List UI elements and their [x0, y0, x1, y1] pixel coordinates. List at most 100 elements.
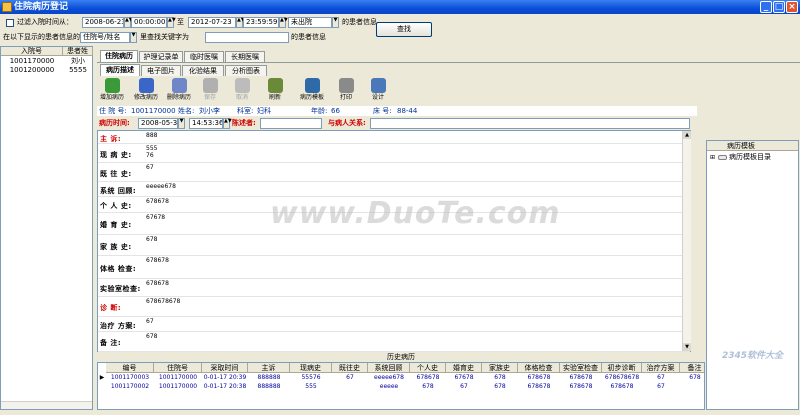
- history-column-header[interactable]: 编号: [106, 363, 154, 373]
- field-value[interactable]: 67: [146, 318, 154, 325]
- field-value[interactable]: eeeee678: [146, 183, 176, 190]
- column-header[interactable]: 入院号: [1, 47, 63, 56]
- history-column-header[interactable]: 系统回顾: [368, 363, 410, 373]
- history-cell[interactable]: 678678: [602, 382, 642, 391]
- history-cell[interactable]: 678678: [410, 373, 446, 382]
- history-column-header[interactable]: 实验室检查: [560, 363, 602, 373]
- history-cell[interactable]: 678: [680, 373, 704, 382]
- field-value[interactable]: 888: [146, 132, 157, 139]
- history-column-header[interactable]: 婚育史: [446, 363, 482, 373]
- history-column-header[interactable]: 住院号: [154, 363, 202, 373]
- field-value[interactable]: 678678: [146, 280, 169, 287]
- history-cell[interactable]: 1001170002: [106, 382, 154, 391]
- time-from-spinner[interactable]: ▲▼: [167, 17, 176, 28]
- history-cell[interactable]: 1001170000: [154, 373, 202, 382]
- history-cell[interactable]: 678678: [560, 382, 602, 391]
- column-header[interactable]: 患者姓: [63, 47, 93, 56]
- add-record-button[interactable]: 增加病历: [99, 77, 125, 105]
- history-cell[interactable]: 678678: [518, 373, 560, 382]
- edit-record-button[interactable]: 修改病历: [133, 77, 159, 105]
- tab-electronic-images[interactable]: 电子图片: [141, 65, 181, 76]
- delete-record-button[interactable]: 删除病历: [166, 77, 192, 105]
- history-cell[interactable]: 678: [482, 382, 518, 391]
- history-cell[interactable]: 1001170003: [106, 373, 154, 382]
- history-cell[interactable]: 67: [446, 382, 482, 391]
- tab-temporary-orders[interactable]: 临时医嘱: [184, 51, 224, 62]
- scroll-down-icon[interactable]: ▼: [683, 343, 691, 351]
- scroll-up-icon[interactable]: ▲: [683, 131, 691, 139]
- history-column-header[interactable]: 个人史: [410, 363, 446, 373]
- template-button[interactable]: 病历模板: [296, 77, 328, 105]
- history-cell[interactable]: 1001170000: [154, 382, 202, 391]
- chevron-down-icon[interactable]: ▼: [332, 17, 339, 28]
- history-cell[interactable]: 555: [290, 382, 332, 391]
- time-to-input[interactable]: 23:59:59: [243, 17, 279, 28]
- field-value[interactable]: 678: [146, 236, 157, 243]
- maximize-button[interactable]: □: [773, 1, 785, 13]
- tab-analysis-charts[interactable]: 分析图表: [225, 65, 267, 76]
- tab-record-description[interactable]: 病历描述: [100, 64, 140, 76]
- time-from-input[interactable]: 00:00:00: [131, 17, 167, 28]
- history-cell[interactable]: eeeee678: [368, 373, 410, 382]
- history-cell[interactable]: 888888: [248, 382, 290, 391]
- date-from-input[interactable]: 2008-06-23: [82, 17, 124, 28]
- history-cell[interactable]: 678678: [518, 382, 560, 391]
- cancel-button[interactable]: 取消: [229, 77, 255, 105]
- time-to-spinner[interactable]: ▲▼: [279, 17, 288, 28]
- status-select[interactable]: 未出院: [288, 17, 332, 28]
- history-cell[interactable]: eeeee: [368, 382, 410, 391]
- history-cell[interactable]: [332, 382, 368, 391]
- history-column-header[interactable]: 现病史: [290, 363, 332, 373]
- history-column-header[interactable]: 备注: [680, 363, 704, 373]
- history-column-header[interactable]: 采取时间: [202, 363, 248, 373]
- date-to-input[interactable]: 2012-07-23: [188, 17, 236, 28]
- design-button[interactable]: 设计: [365, 77, 391, 105]
- history-cell[interactable]: 888888: [248, 373, 290, 382]
- field-value[interactable]: 678: [146, 333, 157, 340]
- patient-id-cell[interactable]: 1001170000: [1, 57, 63, 66]
- refresh-button[interactable]: 刷新: [262, 77, 288, 105]
- history-column-header[interactable]: 治疗方案: [642, 363, 680, 373]
- relation-input[interactable]: [370, 118, 690, 129]
- history-cell[interactable]: 67: [642, 373, 680, 382]
- chevron-down-icon[interactable]: ▼: [178, 118, 185, 129]
- tab-nursing-record[interactable]: 护理记录单: [139, 51, 183, 62]
- history-table[interactable]: 编号 1001170003 1001170002 住院号 1001170000 10011…: [97, 362, 705, 410]
- patient-name-cell[interactable]: 刘小: [63, 57, 93, 66]
- patient-list[interactable]: 入院号 患者姓 1001170000 刘小 1001200000 5555: [0, 46, 93, 410]
- history-column-header[interactable]: 初步诊断: [602, 363, 642, 373]
- save-button[interactable]: 保存: [197, 77, 223, 105]
- history-cell[interactable]: 678678: [560, 373, 602, 382]
- history-cell[interactable]: 55576: [290, 373, 332, 382]
- history-column-header[interactable]: 家族史: [482, 363, 518, 373]
- patient-id-cell[interactable]: 1001200000: [1, 66, 63, 75]
- history-column-header[interactable]: 既往史: [332, 363, 368, 373]
- minimize-button[interactable]: _: [760, 1, 772, 13]
- vertical-scrollbar[interactable]: ▲ ▼: [682, 131, 691, 351]
- field-value[interactable]: 678678: [146, 198, 169, 205]
- close-button[interactable]: ×: [786, 1, 798, 13]
- date-filter-checkbox[interactable]: [6, 19, 14, 27]
- record-time-spinner[interactable]: ▲▼: [223, 118, 232, 129]
- record-time-input[interactable]: 14:53:36: [189, 118, 223, 129]
- tab-lab-results[interactable]: 化验结果: [182, 65, 224, 76]
- date-from-spinner[interactable]: ▲▼: [124, 17, 133, 28]
- patient-name-cell[interactable]: 5555: [63, 66, 93, 75]
- horizontal-scrollbar[interactable]: [1, 401, 92, 409]
- field-value[interactable]: 555 76: [146, 145, 157, 159]
- history-cell[interactable]: [680, 382, 704, 391]
- chevron-down-icon[interactable]: ▼: [130, 32, 137, 43]
- history-cell[interactable]: 67678: [446, 373, 482, 382]
- history-column-header[interactable]: 体格检查: [518, 363, 560, 373]
- field-value[interactable]: 67: [146, 164, 154, 171]
- history-cell[interactable]: 678: [410, 382, 446, 391]
- field-value[interactable]: 678678678: [146, 298, 180, 305]
- tab-long-term-orders[interactable]: 长期医嘱: [225, 51, 265, 62]
- history-cell[interactable]: 678678678: [602, 373, 642, 382]
- find-button[interactable]: 查找: [376, 22, 432, 37]
- print-button[interactable]: 打印: [333, 77, 359, 105]
- history-cell[interactable]: 67: [332, 373, 368, 382]
- search-input[interactable]: [205, 32, 289, 43]
- history-cell[interactable]: 0-01-17 20:38: [202, 382, 248, 391]
- tab-inpatient-record[interactable]: 住院病历: [100, 50, 138, 62]
